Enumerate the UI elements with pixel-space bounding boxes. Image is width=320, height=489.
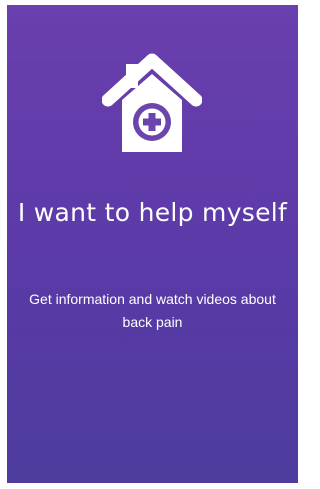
card-subtitle: Get information and watch videos about b… <box>29 291 276 330</box>
help-myself-card[interactable]: I want to help myself Get information an… <box>7 5 298 483</box>
house-plus-icon <box>102 48 202 158</box>
card-title: I want to help myself <box>17 198 288 227</box>
